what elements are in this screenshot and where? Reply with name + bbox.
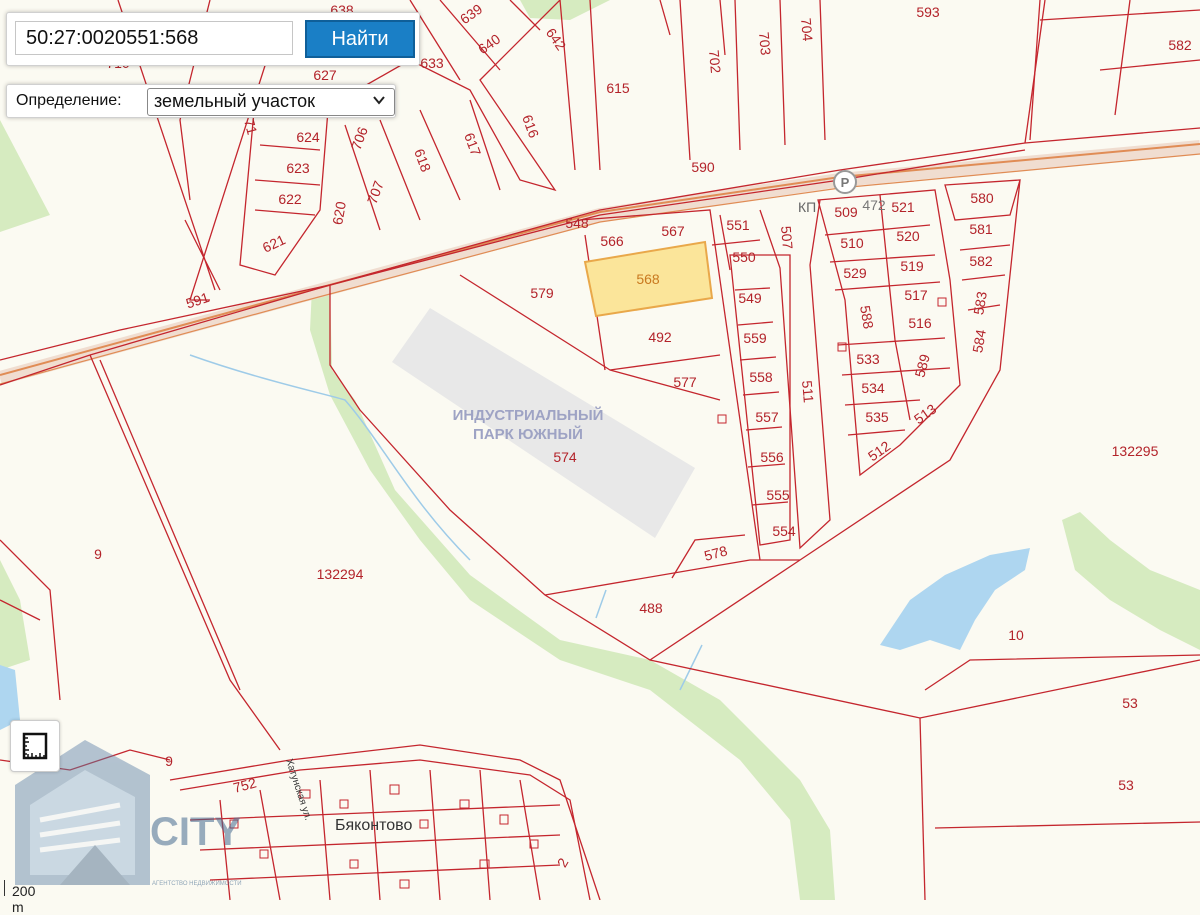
- plot-label: 132295: [1112, 443, 1159, 459]
- plot-label: 517: [904, 287, 928, 303]
- plot-label: 516: [908, 315, 932, 331]
- plot-label: 558: [749, 369, 773, 385]
- plot-label: 703: [756, 31, 774, 56]
- find-button[interactable]: Найти: [305, 20, 415, 58]
- plot-label: 591: [184, 289, 211, 312]
- plot-label: 71: [241, 117, 261, 136]
- plot-label: 707: [364, 178, 387, 206]
- plot-label: 582: [969, 253, 993, 269]
- plot-label: 507: [778, 225, 796, 250]
- cadastral-map[interactable]: P ИНДУСТРИАЛЬНЫЙ ПАРК ЮЖНЫЙ Бяконтово Ха…: [0, 0, 1200, 900]
- plot-label: 574: [553, 449, 577, 465]
- plot-label-selected: 568: [636, 271, 660, 287]
- plot-label: 577: [673, 374, 697, 390]
- plot-label: 472: [862, 197, 886, 213]
- plot-label: 642: [543, 25, 570, 53]
- plot-label: 578: [702, 542, 729, 564]
- plot-label: 132294: [317, 566, 364, 582]
- definition-panel: Определение: земельный участок: [6, 84, 396, 118]
- plot-label: 2: [554, 855, 572, 870]
- plot-label: 533: [856, 351, 880, 367]
- plot-label: 9: [165, 753, 173, 769]
- ruler-button[interactable]: [10, 720, 60, 772]
- plot-label: 706: [348, 124, 371, 152]
- cadastral-number-input[interactable]: [15, 21, 293, 55]
- plot-label: 559: [743, 330, 767, 346]
- plot-label: 581: [969, 221, 993, 237]
- chevron-down-icon: [373, 96, 385, 105]
- plot-label: 752: [231, 774, 258, 796]
- plot-label: 622: [278, 191, 302, 207]
- park-label-line2: ПАРК ЮЖНЫЙ: [473, 425, 583, 443]
- plot-label: 548: [565, 215, 589, 231]
- plot-label: 583: [970, 290, 990, 316]
- plot-label: 555: [766, 487, 790, 503]
- search-panel: Найти: [6, 12, 420, 66]
- poi-label: КП: [798, 199, 816, 215]
- plot-label: 534: [861, 380, 885, 396]
- plot-label: 511: [799, 380, 817, 404]
- plot-label: 615: [606, 80, 630, 96]
- plot-label: 618: [411, 147, 434, 175]
- plot-label: 53: [1118, 777, 1134, 793]
- plot-label: 554: [772, 523, 796, 539]
- plot-label: 519: [900, 258, 924, 274]
- plot-label: 624: [296, 129, 320, 145]
- definition-label: Определение:: [16, 92, 122, 109]
- plot-label: 584: [969, 328, 989, 354]
- plot-label: 509: [834, 204, 858, 220]
- ruler-icon: [22, 732, 48, 760]
- plot-label: 488: [639, 600, 663, 616]
- plot-label: 535: [865, 409, 889, 425]
- plot-label: 580: [970, 190, 994, 206]
- plot-label: 620: [329, 200, 349, 226]
- plot-label: 589: [911, 352, 933, 379]
- parking-icon[interactable]: P: [833, 170, 857, 194]
- plot-label: 512: [865, 438, 893, 465]
- plot-label: 579: [530, 285, 554, 301]
- plot-label: 702: [706, 49, 724, 74]
- scale-label: 200 m: [12, 883, 36, 915]
- plot-label: 521: [891, 199, 915, 215]
- plot-label: 556: [760, 449, 784, 465]
- plot-label: 513: [911, 401, 939, 428]
- plot-label: 53: [1122, 695, 1138, 711]
- plot-label: 529: [843, 265, 867, 281]
- plot-label: 551: [726, 217, 750, 233]
- plot-label: 510: [840, 235, 864, 251]
- plot-label: 567: [661, 223, 685, 239]
- plot-label: 550: [732, 249, 756, 265]
- scale-tick: [4, 880, 5, 896]
- plot-label: 704: [798, 17, 816, 42]
- plot-label: 617: [461, 131, 484, 159]
- plot-label: 623: [286, 160, 310, 176]
- plot-label: 640: [475, 31, 503, 58]
- definition-select[interactable]: земельный участок: [147, 88, 395, 116]
- plot-label: 557: [755, 409, 779, 425]
- plot-label: 492: [648, 329, 672, 345]
- definition-selected-value: земельный участок: [154, 91, 315, 111]
- plot-label: 621: [260, 231, 288, 255]
- plot-label: 616: [519, 113, 542, 141]
- plot-label: 590: [691, 159, 715, 175]
- plot-label: 588: [857, 304, 877, 330]
- plot-label: 566: [600, 233, 624, 249]
- plot-label: 582: [1168, 37, 1192, 53]
- town-label: Бяконтово: [335, 817, 412, 834]
- plot-label: 633: [420, 55, 444, 71]
- plot-label: 9: [94, 546, 102, 562]
- plot-label: 10: [1008, 627, 1024, 643]
- svg-text:P: P: [841, 175, 850, 190]
- plot-label: 520: [896, 228, 920, 244]
- plot-label: 627: [313, 67, 337, 83]
- park-label-line1: ИНДУСТРИАЛЬНЫЙ: [453, 406, 604, 424]
- plot-label: 639: [457, 1, 485, 28]
- plot-label: 593: [916, 4, 940, 20]
- plot-label: 549: [738, 290, 762, 306]
